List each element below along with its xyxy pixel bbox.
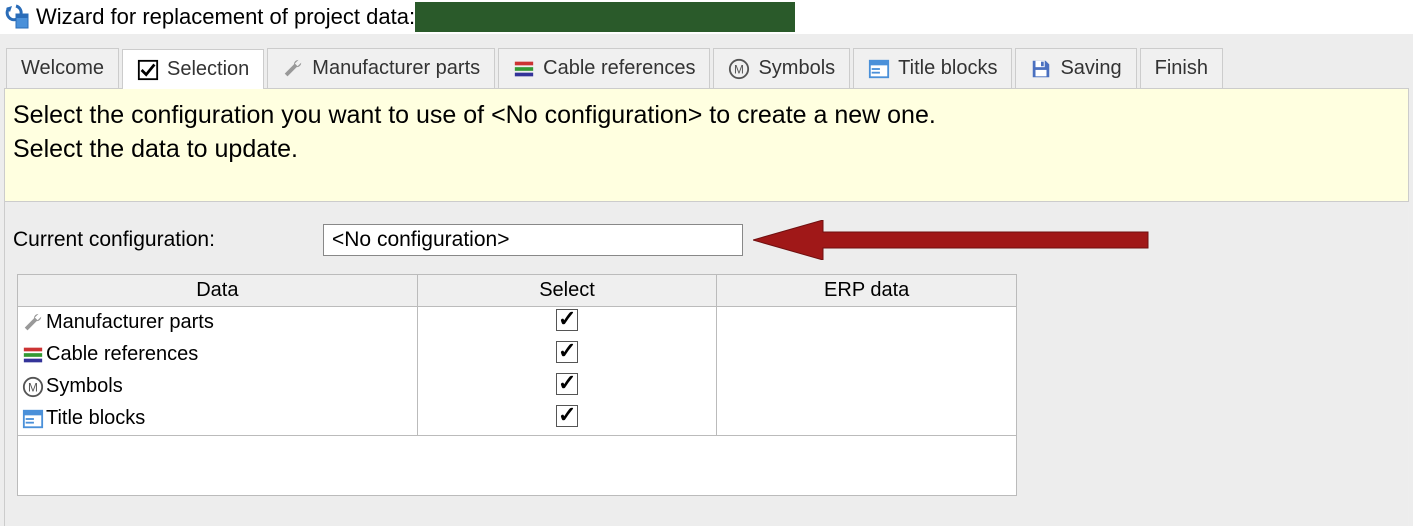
table-row[interactable]: M Symbols (18, 371, 1017, 403)
data-grid: Data Select ERP data Manufacturer parts (17, 274, 1400, 496)
wrench-icon (282, 58, 304, 80)
table-row[interactable]: Title blocks (18, 403, 1017, 436)
current-configuration-value: <No configuration> (332, 228, 509, 251)
titleblock-icon (868, 58, 890, 80)
tab-symbols[interactable]: M Symbols (713, 48, 850, 88)
select-checkbox[interactable] (556, 309, 578, 331)
annotation-arrow (753, 220, 1153, 260)
symbol-m-icon: M (22, 376, 44, 398)
wrench-icon (22, 312, 44, 334)
svg-text:M: M (28, 380, 38, 394)
tab-label: Manufacturer parts (312, 57, 480, 80)
select-checkbox[interactable] (556, 405, 578, 427)
symbol-m-icon: M (728, 58, 750, 80)
row-label: Manufacturer parts (46, 311, 214, 334)
tab-manufacturer-parts[interactable]: Manufacturer parts (267, 48, 495, 88)
tab-title-blocks[interactable]: Title blocks (853, 48, 1012, 88)
current-configuration-row: Current configuration: <No configuration… (5, 202, 1408, 274)
wizard-tabs: Welcome Selection Manufacturer parts Cab… (0, 48, 1413, 88)
instruction-panel: Select the configuration you want to use… (4, 88, 1409, 202)
tab-saving[interactable]: Saving (1015, 48, 1136, 88)
tab-label: Saving (1060, 57, 1121, 80)
titleblock-icon (22, 408, 44, 430)
grid-empty-area (17, 436, 1017, 496)
erp-cell[interactable] (717, 339, 1017, 371)
erp-cell[interactable] (717, 306, 1017, 339)
tab-label: Cable references (543, 57, 695, 80)
row-label: Title blocks (46, 407, 145, 430)
window-titlebar: Wizard for replacement of project data: (0, 0, 1413, 34)
current-configuration-select[interactable]: <No configuration> (323, 224, 743, 256)
tab-finish[interactable]: Finish (1140, 48, 1223, 88)
cable-icon (22, 344, 44, 366)
erp-cell[interactable] (717, 403, 1017, 436)
tab-label: Finish (1155, 57, 1208, 80)
refresh-box-icon (4, 4, 30, 30)
tab-cable-references[interactable]: Cable references (498, 48, 710, 88)
instruction-line-1: Select the configuration you want to use… (13, 99, 1400, 133)
select-checkbox[interactable] (556, 341, 578, 363)
row-label: Cable references (46, 343, 198, 366)
tab-label: Selection (167, 58, 249, 81)
tab-label: Title blocks (898, 57, 997, 80)
cable-icon (513, 58, 535, 80)
row-label: Symbols (46, 375, 123, 398)
checkbox-checked-icon (137, 59, 159, 81)
instruction-line-2: Select the data to update. (13, 133, 1400, 167)
title-redacted-block (415, 2, 795, 32)
table-row[interactable]: Manufacturer parts (18, 306, 1017, 339)
select-checkbox[interactable] (556, 373, 578, 395)
column-header-erp[interactable]: ERP data (717, 274, 1017, 306)
column-header-data[interactable]: Data (18, 274, 418, 306)
erp-cell[interactable] (717, 371, 1017, 403)
column-header-select[interactable]: Select (417, 274, 717, 306)
tab-welcome[interactable]: Welcome (6, 48, 119, 88)
current-configuration-label: Current configuration: (13, 228, 323, 252)
tab-selection[interactable]: Selection (122, 49, 264, 89)
table-row[interactable]: Cable references (18, 339, 1017, 371)
tab-label: Symbols (758, 57, 835, 80)
save-icon (1030, 58, 1052, 80)
svg-text:M: M (734, 62, 744, 76)
window-title: Wizard for replacement of project data: (36, 4, 415, 30)
tab-label: Welcome (21, 57, 104, 80)
